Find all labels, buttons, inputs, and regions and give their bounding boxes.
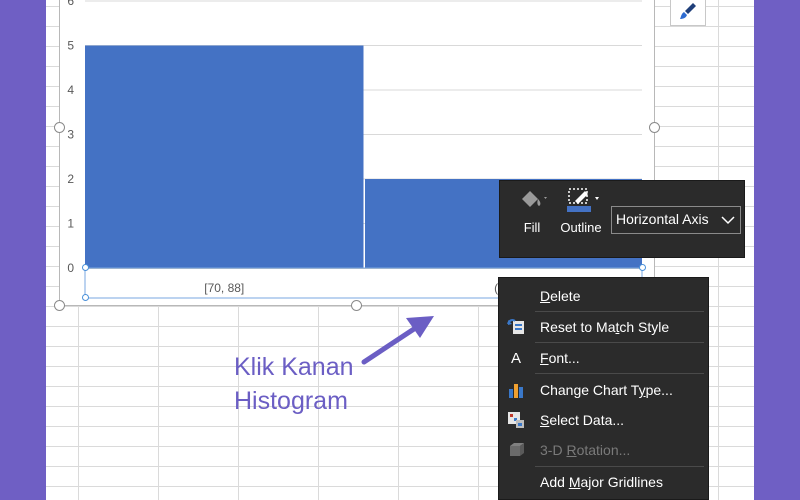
annotation-line-1: Klik Kanan — [234, 353, 354, 381]
y-tick-label: 6 — [67, 0, 74, 8]
chart-element-dropdown[interactable]: Horizontal Axis — [611, 206, 741, 234]
chart-styles-button[interactable] — [670, 0, 706, 26]
chart-element-value: Horizontal Axis — [616, 211, 709, 227]
chevron-down-icon — [721, 216, 735, 225]
fill-button[interactable]: Fill — [512, 187, 552, 235]
blank-icon — [507, 287, 525, 305]
y-tick-label: 3 — [67, 128, 74, 142]
histogram-bar[interactable] — [85, 45, 364, 269]
menu-item-reset-to-match-style[interactable]: Reset to Match Style — [499, 313, 708, 341]
blank-icon — [507, 473, 525, 491]
y-tick-label: 5 — [67, 39, 74, 53]
menu-item-add-major-gridlines[interactable]: Add Major Gridlines — [499, 468, 708, 496]
chart-resize-handle-right[interactable] — [649, 122, 660, 133]
axis-handle-bottom-left[interactable] — [82, 294, 89, 301]
x-category-label: [70, 88] — [204, 281, 244, 295]
outline-button[interactable]: Outline — [554, 187, 608, 235]
menu-item-3d-rotation[interactable]: 3-D Rotation... — [499, 436, 708, 464]
menu-item-change-chart-type[interactable]: Change Chart Type... — [499, 376, 708, 404]
fill-label: Fill — [523, 220, 541, 235]
chart-resize-handle-bottom[interactable] — [351, 300, 362, 311]
paintbrush-icon — [680, 3, 696, 19]
chart-resize-handle-left[interactable] — [54, 122, 65, 133]
y-tick-label: 4 — [67, 83, 74, 97]
y-tick-label: 2 — [67, 172, 74, 186]
menu-item-font[interactable]: A Font... — [499, 344, 708, 372]
y-tick-label: 0 — [67, 261, 74, 275]
chart-resize-handle-bottom-left[interactable] — [54, 300, 65, 311]
menu-item-select-data[interactable]: Select Data... — [499, 406, 708, 434]
3d-rotation-icon — [507, 441, 525, 459]
select-data-icon — [507, 411, 525, 429]
paint-bucket-icon — [522, 191, 547, 207]
menu-item-delete[interactable]: Delete — [499, 282, 708, 310]
context-menu: Delete Reset to Match Style A Font... Ch… — [498, 277, 709, 500]
y-tick-label: 1 — [67, 217, 74, 231]
font-icon: A — [510, 349, 521, 367]
annotation-text: Klik Kanan Histogram — [234, 350, 354, 418]
outline-pen-icon — [567, 188, 599, 212]
axis-handle-left[interactable] — [82, 264, 89, 271]
axis-handle-right[interactable] — [639, 264, 646, 271]
chart-type-icon — [507, 381, 525, 399]
outline-label: Outline — [560, 220, 602, 235]
format-mini-toolbar: Fill Outline Horizontal Axis — [499, 180, 745, 258]
annotation-line-2: Histogram — [234, 387, 348, 415]
reset-style-icon — [507, 318, 525, 336]
